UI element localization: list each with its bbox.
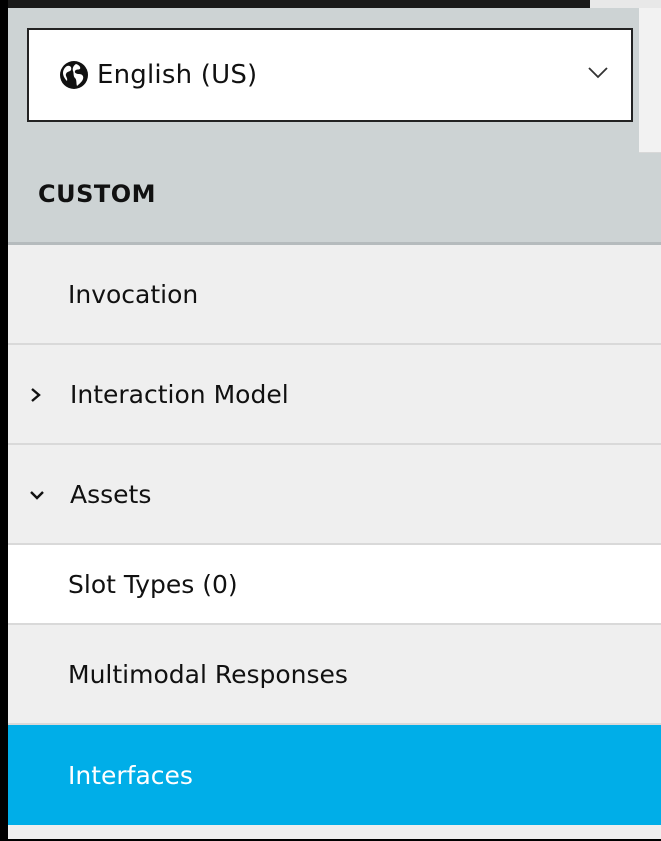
- sidebar-item-label: Invocation: [68, 279, 199, 309]
- app-frame: English (US) CUSTOM Invocation Interacti…: [0, 0, 661, 841]
- globe-icon: [60, 61, 88, 89]
- header-gap: [639, 8, 661, 153]
- sidebar-item-multimodal-responses[interactable]: Multimodal Responses: [8, 625, 661, 725]
- language-select[interactable]: English (US): [27, 28, 633, 122]
- chevron-right-icon[interactable]: [28, 385, 44, 405]
- top-strip-light: [590, 0, 661, 8]
- sidebar-item-slot-types[interactable]: Slot Types (0): [8, 545, 661, 625]
- sidebar-item-label: Multimodal Responses: [68, 659, 348, 689]
- sidebar-nav-tail: [8, 825, 661, 839]
- section-title: CUSTOM: [38, 180, 157, 208]
- sidebar-item-interaction-model[interactable]: Interaction Model: [8, 345, 661, 445]
- sidebar-item-invocation[interactable]: Invocation: [8, 245, 661, 345]
- sidebar-item-interfaces[interactable]: Interfaces: [8, 725, 661, 825]
- top-strip: [8, 0, 661, 8]
- chevron-down-icon: [588, 67, 608, 79]
- sidebar-item-label: Assets: [70, 479, 152, 509]
- chevron-down-icon[interactable]: [28, 485, 46, 505]
- sidebar-item-assets[interactable]: Assets: [8, 445, 661, 545]
- sidebar-nav: Invocation Interaction Model Assets Slot…: [8, 245, 661, 839]
- sidebar-item-label: Slot Types (0): [68, 569, 238, 599]
- language-select-value: English (US): [97, 60, 258, 90]
- sidebar-item-label: Interfaces: [68, 760, 193, 790]
- sidebar-item-label: Interaction Model: [70, 379, 289, 409]
- sidebar-header: English (US) CUSTOM: [8, 8, 661, 245]
